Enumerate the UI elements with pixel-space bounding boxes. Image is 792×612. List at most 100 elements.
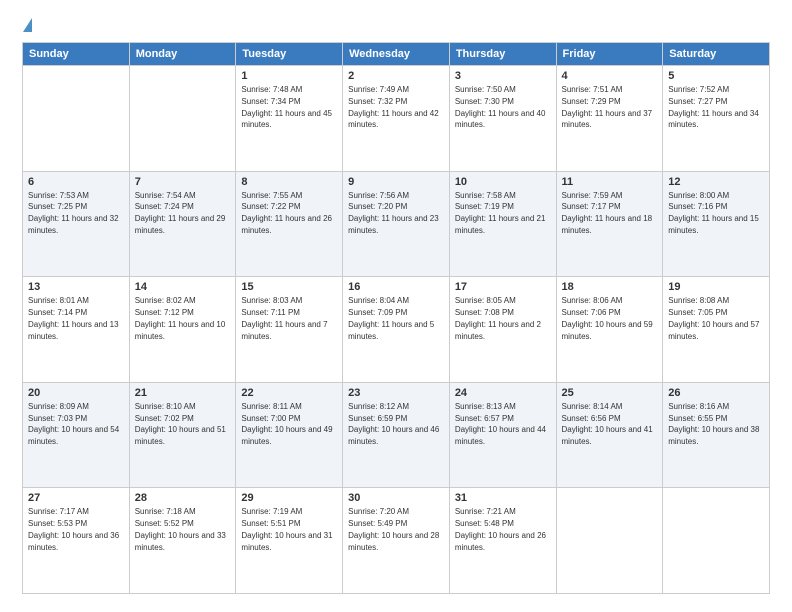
calendar-cell: 15 Sunrise: 8:03 AMSunset: 7:11 PMDayligh… [236, 277, 343, 383]
day-number: 9 [348, 176, 444, 188]
calendar-cell: 2Sunrise: 7:49 AMSunset: 7:32 PMDaylight… [343, 66, 450, 172]
calendar-week-row: 1 Sunrise: 7:48 AMSunset: 7:34 PMDaylight… [23, 66, 770, 172]
day-number: 23 [348, 387, 444, 399]
calendar-cell: 31Sunrise: 7:21 AMSunset: 5:48 PMDayligh… [449, 488, 556, 594]
calendar-cell: 16 Sunrise: 8:04 AMSunset: 7:09 PMDayligh… [343, 277, 450, 383]
cell-info: Sunrise: 7:20 AMSunset: 5:49 PMDaylight:… [348, 507, 439, 551]
cell-info: Sunrise: 7:59 AMSunset: 7:17 PMDaylight:… [562, 191, 653, 235]
cell-info: Sunrise: 7:50 AMSunset: 7:30 PMDaylight:… [455, 85, 546, 129]
day-number: 16 [348, 281, 444, 293]
calendar-cell [129, 66, 236, 172]
calendar-day-header: Wednesday [343, 43, 450, 66]
calendar-cell: 9 Sunrise: 7:56 AMSunset: 7:20 PMDaylight… [343, 171, 450, 277]
calendar-cell: 22 Sunrise: 8:11 AMSunset: 7:00 PMDayligh… [236, 382, 343, 488]
calendar-day-header: Monday [129, 43, 236, 66]
calendar-cell: 4Sunrise: 7:51 AMSunset: 7:29 PMDaylight… [556, 66, 663, 172]
cell-info: Sunrise: 7:53 AMSunset: 7:25 PMDaylight:… [28, 191, 119, 235]
day-number: 22 [241, 387, 337, 399]
day-number: 11 [562, 176, 658, 188]
cell-info: Sunrise: 8:00 AMSunset: 7:16 PMDaylight:… [668, 191, 759, 235]
cell-info: Sunrise: 8:09 AMSunset: 7:03 PMDaylight:… [28, 402, 119, 446]
calendar-cell: 3 Sunrise: 7:50 AMSunset: 7:30 PMDaylight… [449, 66, 556, 172]
calendar-cell: 18 Sunrise: 8:06 AMSunset: 7:06 PMDayligh… [556, 277, 663, 383]
cell-info: Sunrise: 7:18 AMSunset: 5:52 PMDaylight:… [135, 507, 226, 551]
calendar-cell: 1 Sunrise: 7:48 AMSunset: 7:34 PMDaylight… [236, 66, 343, 172]
cell-info: Sunrise: 7:49 AMSunset: 7:32 PMDaylight:… [348, 85, 439, 129]
calendar-cell [23, 66, 130, 172]
day-number: 14 [135, 281, 231, 293]
calendar-cell: 27 Sunrise: 7:17 AMSunset: 5:53 PMDayligh… [23, 488, 130, 594]
cell-info: Sunrise: 8:06 AMSunset: 7:06 PMDaylight:… [562, 296, 653, 340]
calendar-cell: 7 Sunrise: 7:54 AMSunset: 7:24 PMDaylight… [129, 171, 236, 277]
cell-info: Sunrise: 7:55 AMSunset: 7:22 PMDaylight:… [241, 191, 332, 235]
header [22, 18, 770, 32]
day-number: 20 [28, 387, 124, 399]
calendar-day-header: Tuesday [236, 43, 343, 66]
day-number: 27 [28, 492, 124, 504]
calendar-cell: 12 Sunrise: 8:00 AMSunset: 7:16 PMDayligh… [663, 171, 770, 277]
calendar-cell: 17Sunrise: 8:05 AMSunset: 7:08 PMDayligh… [449, 277, 556, 383]
cell-info: Sunrise: 8:14 AMSunset: 6:56 PMDaylight:… [562, 402, 653, 446]
calendar-cell: 10 Sunrise: 7:58 AMSunset: 7:19 PMDayligh… [449, 171, 556, 277]
calendar-cell: 19 Sunrise: 8:08 AMSunset: 7:05 PMDayligh… [663, 277, 770, 383]
cell-info: Sunrise: 8:13 AMSunset: 6:57 PMDaylight:… [455, 402, 546, 446]
calendar-cell: 21Sunrise: 8:10 AMSunset: 7:02 PMDayligh… [129, 382, 236, 488]
cell-info: Sunrise: 8:10 AMSunset: 7:02 PMDaylight:… [135, 402, 226, 446]
cell-info: Sunrise: 8:02 AMSunset: 7:12 PMDaylight:… [135, 296, 226, 340]
cell-info: Sunrise: 8:12 AMSunset: 6:59 PMDaylight:… [348, 402, 439, 446]
cell-info: Sunrise: 7:51 AMSunset: 7:29 PMDaylight:… [562, 85, 653, 129]
calendar-cell: 6 Sunrise: 7:53 AMSunset: 7:25 PMDaylight… [23, 171, 130, 277]
day-number: 24 [455, 387, 551, 399]
day-number: 8 [241, 176, 337, 188]
calendar-cell: 13 Sunrise: 8:01 AMSunset: 7:14 PMDayligh… [23, 277, 130, 383]
calendar-cell: 23 Sunrise: 8:12 AMSunset: 6:59 PMDayligh… [343, 382, 450, 488]
day-number: 28 [135, 492, 231, 504]
day-number: 13 [28, 281, 124, 293]
cell-info: Sunrise: 8:08 AMSunset: 7:05 PMDaylight:… [668, 296, 759, 340]
cell-info: Sunrise: 7:56 AMSunset: 7:20 PMDaylight:… [348, 191, 439, 235]
calendar-day-header: Thursday [449, 43, 556, 66]
day-number: 12 [668, 176, 764, 188]
calendar-day-header: Saturday [663, 43, 770, 66]
day-number: 1 [241, 70, 337, 82]
calendar-week-row: 27 Sunrise: 7:17 AMSunset: 5:53 PMDayligh… [23, 488, 770, 594]
calendar-cell: 29 Sunrise: 7:19 AMSunset: 5:51 PMDayligh… [236, 488, 343, 594]
cell-info: Sunrise: 8:01 AMSunset: 7:14 PMDaylight:… [28, 296, 119, 340]
page: SundayMondayTuesdayWednesdayThursdayFrid… [0, 0, 792, 612]
cell-info: Sunrise: 8:03 AMSunset: 7:11 PMDaylight:… [241, 296, 327, 340]
day-number: 30 [348, 492, 444, 504]
calendar-cell: 20 Sunrise: 8:09 AMSunset: 7:03 PMDayligh… [23, 382, 130, 488]
calendar-cell: 28 Sunrise: 7:18 AMSunset: 5:52 PMDayligh… [129, 488, 236, 594]
calendar-header-row: SundayMondayTuesdayWednesdayThursdayFrid… [23, 43, 770, 66]
day-number: 10 [455, 176, 551, 188]
cell-info: Sunrise: 7:19 AMSunset: 5:51 PMDaylight:… [241, 507, 332, 551]
calendar-cell: 14 Sunrise: 8:02 AMSunset: 7:12 PMDayligh… [129, 277, 236, 383]
cell-info: Sunrise: 7:48 AMSunset: 7:34 PMDaylight:… [241, 85, 332, 129]
calendar-cell: 25 Sunrise: 8:14 AMSunset: 6:56 PMDayligh… [556, 382, 663, 488]
day-number: 18 [562, 281, 658, 293]
day-number: 31 [455, 492, 551, 504]
calendar-day-header: Friday [556, 43, 663, 66]
cell-info: Sunrise: 8:04 AMSunset: 7:09 PMDaylight:… [348, 296, 434, 340]
calendar-cell: 8 Sunrise: 7:55 AMSunset: 7:22 PMDaylight… [236, 171, 343, 277]
day-number: 29 [241, 492, 337, 504]
cell-info: Sunrise: 8:16 AMSunset: 6:55 PMDaylight:… [668, 402, 759, 446]
cell-info: Sunrise: 8:05 AMSunset: 7:08 PMDaylight:… [455, 296, 541, 340]
calendar-cell [556, 488, 663, 594]
day-number: 5 [668, 70, 764, 82]
cell-info: Sunrise: 7:52 AMSunset: 7:27 PMDaylight:… [668, 85, 759, 129]
day-number: 25 [562, 387, 658, 399]
cell-info: Sunrise: 8:11 AMSunset: 7:00 PMDaylight:… [241, 402, 332, 446]
cell-info: Sunrise: 7:17 AMSunset: 5:53 PMDaylight:… [28, 507, 119, 551]
day-number: 7 [135, 176, 231, 188]
day-number: 15 [241, 281, 337, 293]
day-number: 6 [28, 176, 124, 188]
day-number: 3 [455, 70, 551, 82]
calendar-cell: 5 Sunrise: 7:52 AMSunset: 7:27 PMDaylight… [663, 66, 770, 172]
day-number: 19 [668, 281, 764, 293]
calendar-week-row: 20 Sunrise: 8:09 AMSunset: 7:03 PMDayligh… [23, 382, 770, 488]
calendar-week-row: 13 Sunrise: 8:01 AMSunset: 7:14 PMDayligh… [23, 277, 770, 383]
calendar-week-row: 6 Sunrise: 7:53 AMSunset: 7:25 PMDaylight… [23, 171, 770, 277]
cell-info: Sunrise: 7:54 AMSunset: 7:24 PMDaylight:… [135, 191, 226, 235]
cell-info: Sunrise: 7:58 AMSunset: 7:19 PMDaylight:… [455, 191, 546, 235]
